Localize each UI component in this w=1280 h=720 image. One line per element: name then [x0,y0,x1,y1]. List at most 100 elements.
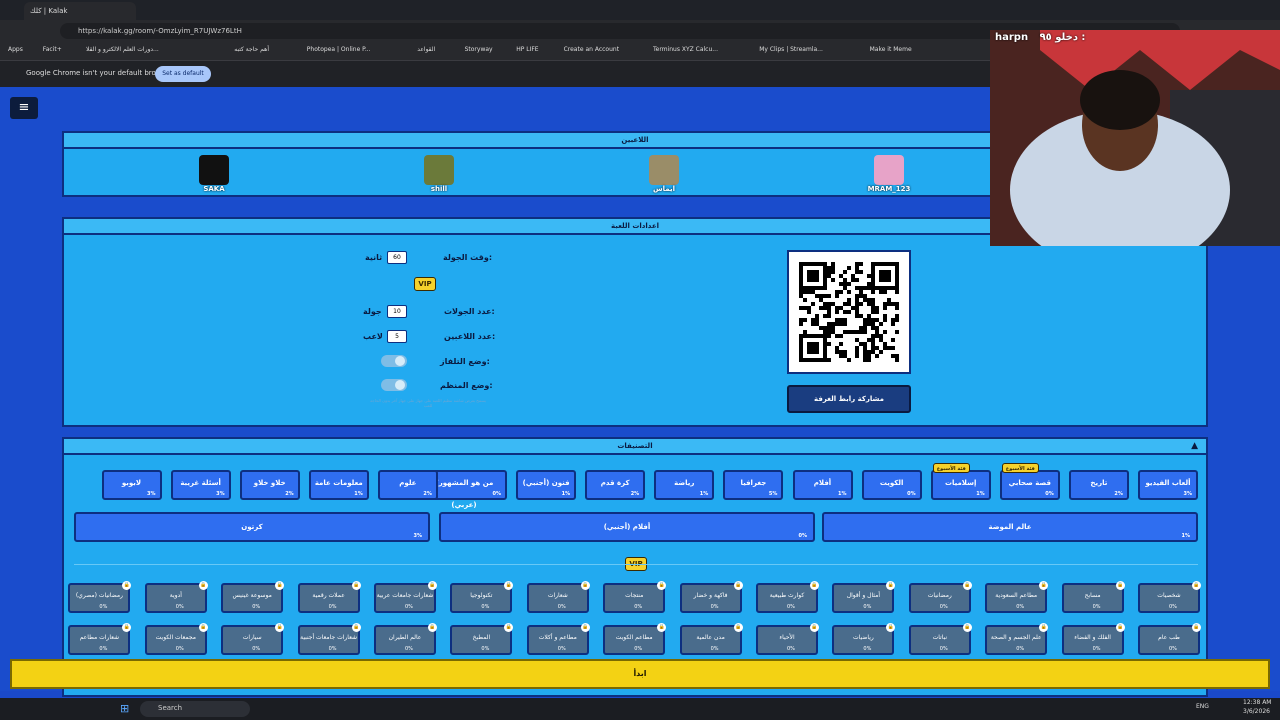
category-button[interactable]: كرة قدم 2% [585,470,646,500]
menu-icon[interactable]: ≡ [10,97,38,119]
locked-category-button[interactable]: رمضانيات 0% 🔒 [908,581,972,613]
locked-category-button[interactable]: مطاعم السعودية 0% 🔒 [985,581,1049,613]
locked-category-button[interactable]: مطاعم الكويت 0% 🔒 [603,623,667,655]
bookmark-item[interactable]: Photopea | Online P... [307,46,371,53]
rounds-select[interactable]: 10 [387,305,407,318]
category-button[interactable]: لابوبو 3% [101,470,162,500]
start-game-button[interactable]: ابدأ [10,659,1270,689]
category-percent: 0% [252,604,261,610]
collapse-icon[interactable]: ▲ [1191,441,1198,451]
bookmark-item[interactable]: Create an Account [564,46,619,53]
category-label: رياضيات [853,634,874,641]
category-button[interactable]: جغرافيا 5% [723,470,784,500]
lock-icon: 🔒 [1192,623,1201,632]
bookmark-item[interactable]: Make it Meme [870,46,912,53]
category-label: شخصيات [1157,592,1181,599]
webcam-overlay [990,30,1280,246]
category-button[interactable]: معلومات عامة 1% [308,470,369,500]
clock-date[interactable]: 3/6/2026 [1243,708,1270,715]
category-button[interactable]: علوم 2% [377,470,438,500]
round-time-select[interactable]: 60 [387,251,407,264]
category-button[interactable]: تاريخ 2% [1068,470,1129,500]
bookmark-item[interactable]: القواعد [417,46,435,53]
locked-category-button[interactable]: منتجات 0% 🔒 [603,581,667,613]
bookmark-item[interactable]: Terminus XYZ Calcu... [653,46,718,53]
bookmark-item[interactable]: Storyway [465,46,493,53]
locked-category-button[interactable]: المطبخ 0% 🔒 [450,623,514,655]
category-label: عالم الطيران [388,634,422,641]
locked-category-button[interactable]: عالم الطيران 0% 🔒 [374,623,437,655]
category-button-large[interactable]: عالم الموضة 1% [822,512,1198,542]
locked-category-button[interactable]: طب عام 0% 🔒 [1138,623,1201,655]
locked-category-button[interactable]: أمثال و أقوال 0% 🔒 [832,581,896,613]
category-label: إسلاميات [944,479,977,487]
category-percent: 3% [216,491,225,497]
share-room-button[interactable]: مشاركة رابط الغرفة [787,385,911,413]
category-percent: 1% [699,491,709,497]
locked-category-button[interactable]: تكنولوجيا 0% 🔒 [450,581,514,613]
category-percent: 2% [1114,491,1123,497]
lock-icon: 🔒 [1039,581,1049,590]
category-button[interactable]: أفلام 1% [792,470,853,500]
category-button-large[interactable]: كرتون 3% [74,512,430,542]
bookmark-item[interactable]: Apps [8,46,23,53]
category-button[interactable]: ألعاب الفيديو 3% [1138,470,1198,500]
bookmark-item[interactable]: أهم حاجة كتبه [234,46,269,53]
category-percent: 3% [1183,491,1193,497]
locked-category-button[interactable]: عملات رقمية 0% 🔒 [297,581,361,613]
locked-category-button[interactable]: الفلك و الفضاء 0% 🔒 [1061,623,1125,655]
locked-category-button[interactable]: علم الجسم و الصحة 0% 🔒 [985,623,1049,655]
category-percent: 0% [1092,604,1101,610]
locked-category-button[interactable]: شعارات جامعات أجنبية 0% 🔒 [297,623,361,655]
category-percent: 0% [1016,604,1025,610]
taskbar-search[interactable]: Search [140,701,250,717]
locked-category-button[interactable]: مطاعم و أكلات 0% 🔒 [526,623,590,655]
locked-category-button[interactable]: الأحياء 0% 🔒 [756,623,819,655]
bookmark-item[interactable]: دورات العلم الالكترو و القلا... [86,46,159,53]
locked-category-button[interactable]: مجمعات الكويت 0% 🔒 [144,623,208,655]
locked-category-button[interactable]: شعارات 0% 🔒 [526,581,590,613]
set-default-button[interactable]: Set as default [155,66,211,82]
category-button[interactable]: فنون (أجنبي) 1% [516,470,577,500]
bookmark-item[interactable]: HP LIFE [516,46,538,53]
locked-category-button[interactable]: رياضيات 0% 🔒 [832,623,896,655]
locked-category-button[interactable]: نباتات 0% 🔒 [908,623,972,655]
category-percent: 3% [147,491,156,497]
locked-category-button[interactable]: شخصيات 0% 🔒 [1138,581,1201,613]
category-button-large[interactable]: أفلام (أجنبي) 0% [439,512,815,542]
locked-category-button[interactable]: سيارات 0% 🔒 [221,623,285,655]
category-percent: 0% [99,604,108,610]
player-avatar [199,155,229,185]
player-name: MRAM_123 [867,185,911,193]
category-button[interactable]: رياضة 1% [654,470,715,500]
locked-category-button[interactable]: شعارات مطاعم 0% 🔒 [68,623,132,655]
category-percent: 3% [413,533,423,539]
category-button[interactable]: قصة صحابي 0% فئة الأسبوع [999,463,1060,500]
browser-tab[interactable]: كلك | Kalak [24,2,136,20]
windows-start-icon[interactable]: ⊞ [120,702,129,715]
category-label: رياضة [674,479,695,487]
locked-category-button[interactable]: مدن عالمية 0% 🔒 [679,623,743,655]
category-percent: 0% [939,604,948,610]
bookmark-item[interactable]: Facit+ [43,46,62,53]
locked-category-button[interactable]: كوارث طبيعية 0% 🔒 [756,581,819,613]
locked-category-button[interactable]: رمضانيات (مصري) 0% 🔒 [68,581,132,613]
locked-category-button[interactable]: موسوعة غينيس 0% 🔒 [221,581,285,613]
locked-category-button[interactable]: شعارات جامعات عربية 0% 🔒 [374,581,437,613]
locked-category-button[interactable]: فاكهة و خضار 0% 🔒 [679,581,743,613]
organizer-mode-toggle[interactable] [381,379,407,391]
locked-category-button[interactable]: مسابح 0% 🔒 [1061,581,1125,613]
category-button[interactable]: أسئلة غريبة 3% [170,470,231,500]
category-button[interactable]: خلاو خلاو 2% [239,470,300,500]
lock-icon: 🔒 [810,623,819,632]
category-button[interactable]: الكويت 0% [861,470,922,500]
lock-icon: 🔒 [428,623,437,632]
tv-mode-toggle[interactable] [381,355,407,367]
clock-time[interactable]: 12:38 AM [1243,699,1271,706]
category-button[interactable]: إسلاميات 1% فئة الأسبوع [930,463,991,500]
players-count-select[interactable]: 5 [387,330,407,343]
lang-indicator[interactable]: ENG [1196,703,1209,710]
bookmark-item[interactable]: My Clips | Streamla... [759,46,823,53]
locked-category-button[interactable]: أدوية 0% 🔒 [144,581,208,613]
room-qr-code [787,250,911,374]
